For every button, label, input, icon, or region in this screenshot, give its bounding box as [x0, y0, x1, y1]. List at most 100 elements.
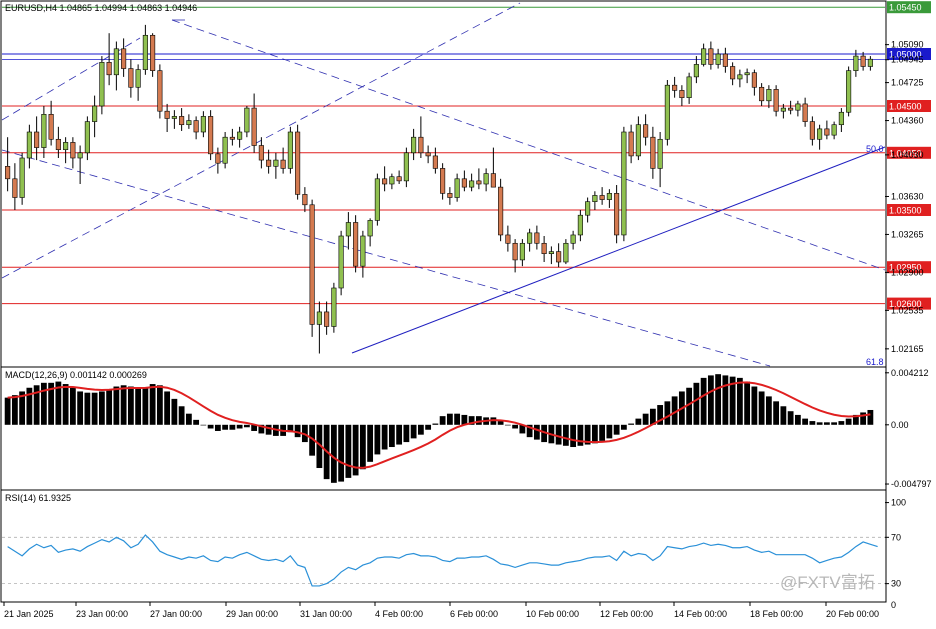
candle-body	[505, 234, 511, 244]
time-tick-label: 23 Jan 00:00	[76, 609, 128, 619]
candle-body	[614, 193, 620, 236]
price-tick-label: 1.02165	[891, 344, 924, 354]
rsi-tick-label: 100	[891, 498, 906, 508]
candle-body	[447, 193, 453, 198]
candle-body	[360, 235, 366, 267]
rsi-tick-label: 0	[891, 600, 896, 610]
macd-bar	[446, 413, 453, 425]
price-tick-label: 1.04945	[891, 55, 924, 65]
macd-bar	[504, 424, 511, 426]
macd-bar	[642, 413, 649, 425]
macd-bar	[758, 391, 765, 425]
candle-body	[164, 110, 170, 119]
macd-bar	[243, 424, 250, 428]
candle-body	[722, 53, 728, 67]
candle-body	[41, 114, 47, 148]
candle-body	[273, 159, 279, 167]
macd-bar	[606, 424, 613, 439]
candle-body	[55, 138, 61, 150]
fib-label-50: 50.0	[866, 144, 884, 154]
macd-bar	[4, 397, 11, 425]
candle-body	[63, 142, 69, 150]
macd-bar	[200, 424, 207, 426]
candle-body	[708, 48, 714, 65]
macd-bar	[135, 387, 142, 425]
candle-body	[34, 131, 40, 148]
candle-body	[490, 173, 496, 188]
macd-bar	[787, 411, 794, 425]
macd-bar	[816, 422, 823, 425]
macd-bar	[432, 423, 439, 425]
candle-body	[795, 103, 801, 111]
candle-body	[99, 62, 105, 107]
rsi-tick-label: 30	[891, 579, 901, 589]
time-tick-label: 18 Feb 00:00	[750, 609, 803, 619]
macd-bar	[69, 387, 76, 425]
candle-body	[817, 128, 823, 140]
candle-body	[309, 204, 315, 325]
macd-bar	[229, 424, 236, 430]
macd-bar	[367, 424, 374, 462]
macd-bar	[164, 391, 171, 425]
macd-bar	[591, 424, 598, 444]
candle-body	[331, 287, 337, 327]
candle-body	[802, 103, 808, 122]
candle-body	[403, 152, 409, 182]
candle-body	[744, 72, 750, 76]
macd-bar	[359, 424, 366, 470]
candle-body	[237, 131, 243, 140]
candle-body	[121, 48, 127, 69]
time-tick-label: 31 Jan 00:00	[300, 609, 352, 619]
candle-body	[229, 136, 235, 140]
price-tick-label: 1.04725	[891, 78, 924, 88]
rsi-tick-label: 70	[891, 532, 901, 542]
candle-body	[150, 34, 156, 71]
price-tick-label: 1.02900	[891, 267, 924, 277]
macd-tick-label: 0.004212	[891, 368, 929, 378]
macd-bar	[330, 424, 337, 483]
macd-bar	[91, 392, 98, 425]
macd-bar	[214, 424, 221, 431]
candle-body	[643, 124, 649, 138]
macd-bar	[497, 421, 504, 425]
candle-body	[353, 222, 359, 267]
macd-bar	[599, 424, 606, 441]
candle-body	[461, 178, 467, 188]
macd-bar	[838, 421, 845, 425]
candle-body	[389, 176, 395, 185]
chart-header: EURUSD,H4 1.04865 1.04994 1.04863 1.0494…	[5, 3, 197, 13]
macd-bar	[77, 391, 84, 425]
macd-bar	[577, 424, 584, 446]
macd-bar	[396, 424, 403, 445]
macd-tick-label: -0.004797	[891, 479, 932, 489]
candle-body	[302, 194, 308, 206]
candle-body	[316, 311, 322, 325]
macd-bar	[751, 386, 758, 425]
candle-body	[200, 116, 206, 133]
candle-body	[266, 159, 272, 167]
candle-body	[92, 105, 98, 122]
candle-body	[382, 178, 388, 185]
macd-panel	[0, 366, 887, 491]
macd-bar	[149, 384, 156, 425]
macd-bar	[620, 424, 627, 430]
macd-label: MACD(12,26,9) 0.001142 0.000269	[5, 370, 147, 380]
candle-body	[411, 136, 417, 154]
macd-bar	[338, 424, 345, 482]
candle-body	[193, 120, 199, 133]
macd-bar	[533, 424, 540, 440]
candle-body	[657, 138, 663, 169]
candle-body	[635, 124, 641, 157]
macd-bar	[700, 377, 707, 425]
macd-bar	[222, 424, 229, 430]
time-tick-label: 12 Feb 00:00	[600, 609, 653, 619]
candle-body	[128, 68, 134, 88]
candle-body	[570, 234, 576, 244]
candle-body	[780, 107, 786, 112]
macd-bar	[512, 424, 519, 429]
macd-bar	[207, 424, 214, 429]
macd-bar	[823, 422, 830, 425]
macd-bar	[120, 385, 127, 425]
macd-bar	[417, 424, 424, 435]
candle-body	[672, 84, 678, 91]
